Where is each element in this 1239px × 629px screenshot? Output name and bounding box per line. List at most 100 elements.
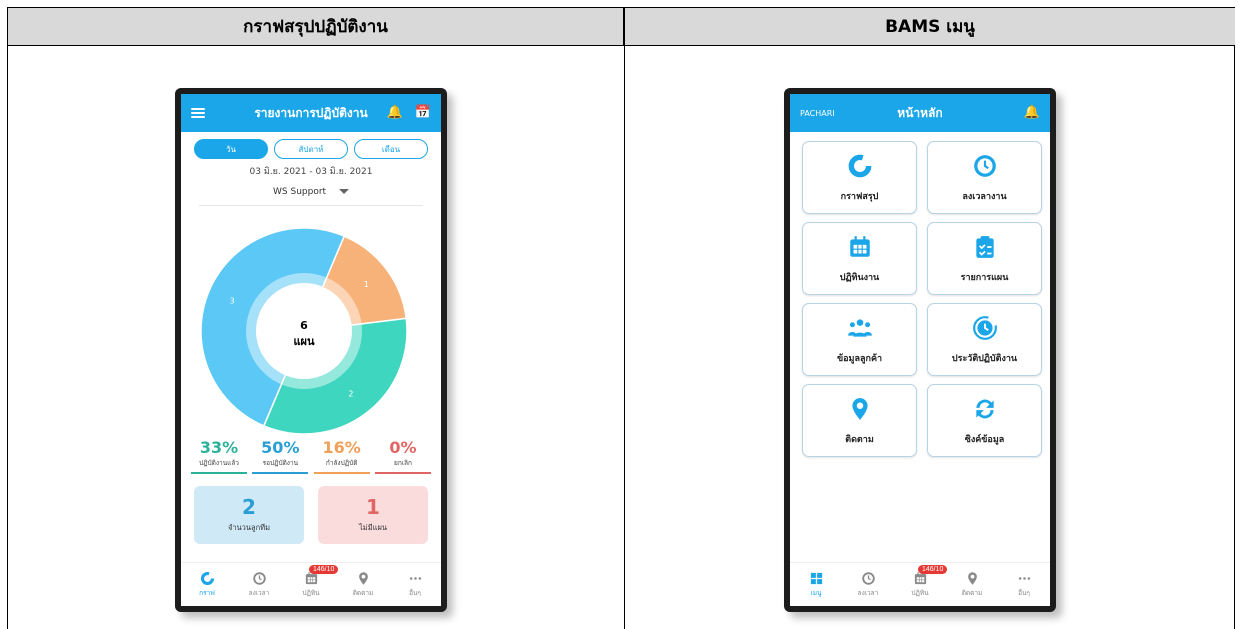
box-caption: จำนวนลูกทีม <box>227 523 271 532</box>
stat-waiting: 50% รอปฏิบัติงาน <box>252 438 309 474</box>
nav-label: ปฏิทิน <box>302 589 320 597</box>
menu-tile-label: ประวัติปฏิบัติงาน <box>951 353 1018 364</box>
summary-bottom-nav: กราฟ ลงเวลา 146/10 ปฏิทิน ติดตาม อื่นๆ <box>181 562 441 606</box>
menu-tile-calendar[interactable]: ปฏิทินงาน <box>802 222 917 295</box>
notification-badge: 146/10 <box>918 565 948 574</box>
tab-month[interactable]: เดือน <box>354 139 428 159</box>
calendar-icon <box>847 234 873 260</box>
nav-item-location[interactable]: ติดตาม <box>341 571 385 598</box>
team-members-box[interactable]: 2 จำนวนลูกทีม <box>194 486 304 544</box>
nav-item-clock[interactable]: ลงเวลา <box>237 571 281 598</box>
menu-tile-label: รายการแผน <box>960 272 1009 283</box>
menu-tile-label: กราฟสรุป <box>840 191 879 202</box>
nav-item-more[interactable]: อื่นๆ <box>1002 571 1046 598</box>
stat-percent: 0% <box>389 438 417 457</box>
stat-underline <box>252 472 309 474</box>
more-icon <box>408 571 423 586</box>
menu-tile-chart[interactable]: กราฟสรุป <box>802 141 917 214</box>
menu-bottom-nav: เมนู ลงเวลา 146/10 ปฏิทิน ติดตาม อื่นๆ <box>790 562 1050 606</box>
period-tabs: วัน สัปดาห์ เดือน <box>181 139 441 159</box>
bell-icon[interactable]: 🔔 <box>387 105 403 120</box>
menu-tile-label: ปฏิทินงาน <box>839 272 880 283</box>
team-select[interactable]: WS Support <box>199 187 423 206</box>
stat-percent: 50% <box>261 438 300 457</box>
clock-icon <box>972 153 998 179</box>
customers-icon <box>847 315 873 341</box>
nav-item-calendar[interactable]: 146/10 ปฏิทิน <box>898 565 948 598</box>
chart-icon <box>847 153 873 179</box>
stat-percent: 33% <box>199 438 239 457</box>
pie-slice-label: 3 <box>230 297 235 306</box>
stat-label: ยกเลิก <box>394 459 412 467</box>
tab-week[interactable]: สัปดาห์ <box>274 139 348 159</box>
stat-label: ปฏิบัติงานแล้ว <box>199 459 239 467</box>
menu-tile-sync[interactable]: ซิงค์ข้อมูล <box>927 384 1042 457</box>
clock-icon <box>861 571 876 586</box>
nav-label: เมนู <box>810 589 822 597</box>
menu-tile-label: ติดตาม <box>845 434 874 445</box>
right-column-header: BAMS เมนู <box>625 8 1235 46</box>
menu-phone-screenshot: PACHARI หน้าหลัก 🔔 กราฟสรุป ลงเวลางานปฏิท… <box>784 88 1056 612</box>
nav-item-location[interactable]: ติดตาม <box>950 571 994 598</box>
clipboard-icon <box>972 234 998 260</box>
no-plan-box[interactable]: 1 ไม่มีแผน <box>318 486 428 544</box>
menu-tile-clock[interactable]: ลงเวลางาน <box>927 141 1042 214</box>
nav-label: อื่นๆ <box>409 589 421 597</box>
stat-underline <box>374 472 431 474</box>
more-icon <box>1017 571 1032 586</box>
menu-app-bar: PACHARI หน้าหลัก 🔔 <box>790 94 1050 132</box>
summary-app-bar: รายงานการปฏิบัติงาน 🔔 📅 <box>181 94 441 132</box>
pie-slice-label: 1 <box>364 280 369 289</box>
calendar-icon[interactable]: 📅 <box>415 105 431 120</box>
donut-center-label: แผน <box>293 335 315 348</box>
location-icon <box>356 571 371 586</box>
nav-item-calendar[interactable]: 146/10 ปฏิทิน <box>289 565 339 598</box>
sync-icon <box>972 396 998 422</box>
clock-icon <box>252 571 267 586</box>
tab-day[interactable]: วัน <box>194 139 268 159</box>
chart-icon <box>200 571 215 586</box>
stat-underline <box>191 472 247 474</box>
menu-tile-label: ซิงค์ข้อมูล <box>964 434 1005 445</box>
left-column-header: กราฟสรุปปฏิบัติงาน <box>8 8 624 46</box>
nav-label: ปฏิทิน <box>911 589 929 597</box>
nav-label: กราฟ <box>199 589 215 597</box>
stat-label: กำลังปฏิบัติ <box>325 459 358 467</box>
menu-tile-customers[interactable]: ข้อมูลลูกค้า <box>802 303 917 376</box>
nav-item-menu-grid[interactable]: เมนู <box>794 571 838 598</box>
location-icon <box>965 571 980 586</box>
nav-item-clock[interactable]: ลงเวลา <box>846 571 890 598</box>
status-stats: 33% ปฏิบัติงานแล้ว 50% รอปฏิบัติงาน 16% … <box>191 438 431 474</box>
nav-label: ติดตาม <box>352 589 374 597</box>
summary-screen: รายงานการปฏิบัติงาน 🔔 📅 วัน สัปดาห์ เดือ… <box>181 94 441 606</box>
chevron-down-icon <box>338 189 349 194</box>
nav-label: ลงเวลา <box>248 589 270 597</box>
box-caption: ไม่มีแผน <box>358 523 387 532</box>
menu-tile-location[interactable]: ติดตาม <box>802 384 917 457</box>
stat-label: รอปฏิบัติงาน <box>262 459 299 467</box>
nav-label: ลงเวลา <box>857 589 879 597</box>
history-icon <box>972 315 998 341</box>
bell-icon[interactable]: 🔔 <box>1024 105 1040 120</box>
menu-tile-clipboard[interactable]: รายการแผน <box>927 222 1042 295</box>
pie-slice-label: 2 <box>348 389 353 398</box>
menu-tile-history[interactable]: ประวัติปฏิบัติงาน <box>927 303 1042 376</box>
nav-label: ติดตาม <box>961 589 983 597</box>
donut-center-number: 6 <box>300 319 308 332</box>
menu-grid: กราฟสรุป ลงเวลางานปฏิทินงาน รายการแผนข้อมู… <box>802 141 1042 457</box>
nav-label: อื่นๆ <box>1018 589 1030 597</box>
nav-item-chart[interactable]: กราฟ <box>185 571 229 598</box>
location-icon <box>847 396 873 422</box>
team-select-value: WS Support <box>273 187 327 197</box>
box-number: 2 <box>242 495 256 519</box>
stat-percent: 16% <box>322 438 361 457</box>
stat-in-progress: 16% กำลังปฏิบัติ <box>313 438 370 474</box>
page-title: หน้าหลัก <box>897 105 943 120</box>
stat-underline <box>313 472 370 474</box>
nav-item-more[interactable]: อื่นๆ <box>393 571 437 598</box>
date-range: 03 มิ.ย. 2021 - 03 มิ.ย. 2021 <box>249 167 373 177</box>
menu-screen: PACHARI หน้าหลัก 🔔 กราฟสรุป ลงเวลางานปฏิท… <box>790 94 1050 606</box>
box-number: 1 <box>366 495 380 519</box>
stat-cancelled: 0% ยกเลิก <box>374 438 431 474</box>
stat-done: 33% ปฏิบัติงานแล้ว <box>191 438 247 474</box>
